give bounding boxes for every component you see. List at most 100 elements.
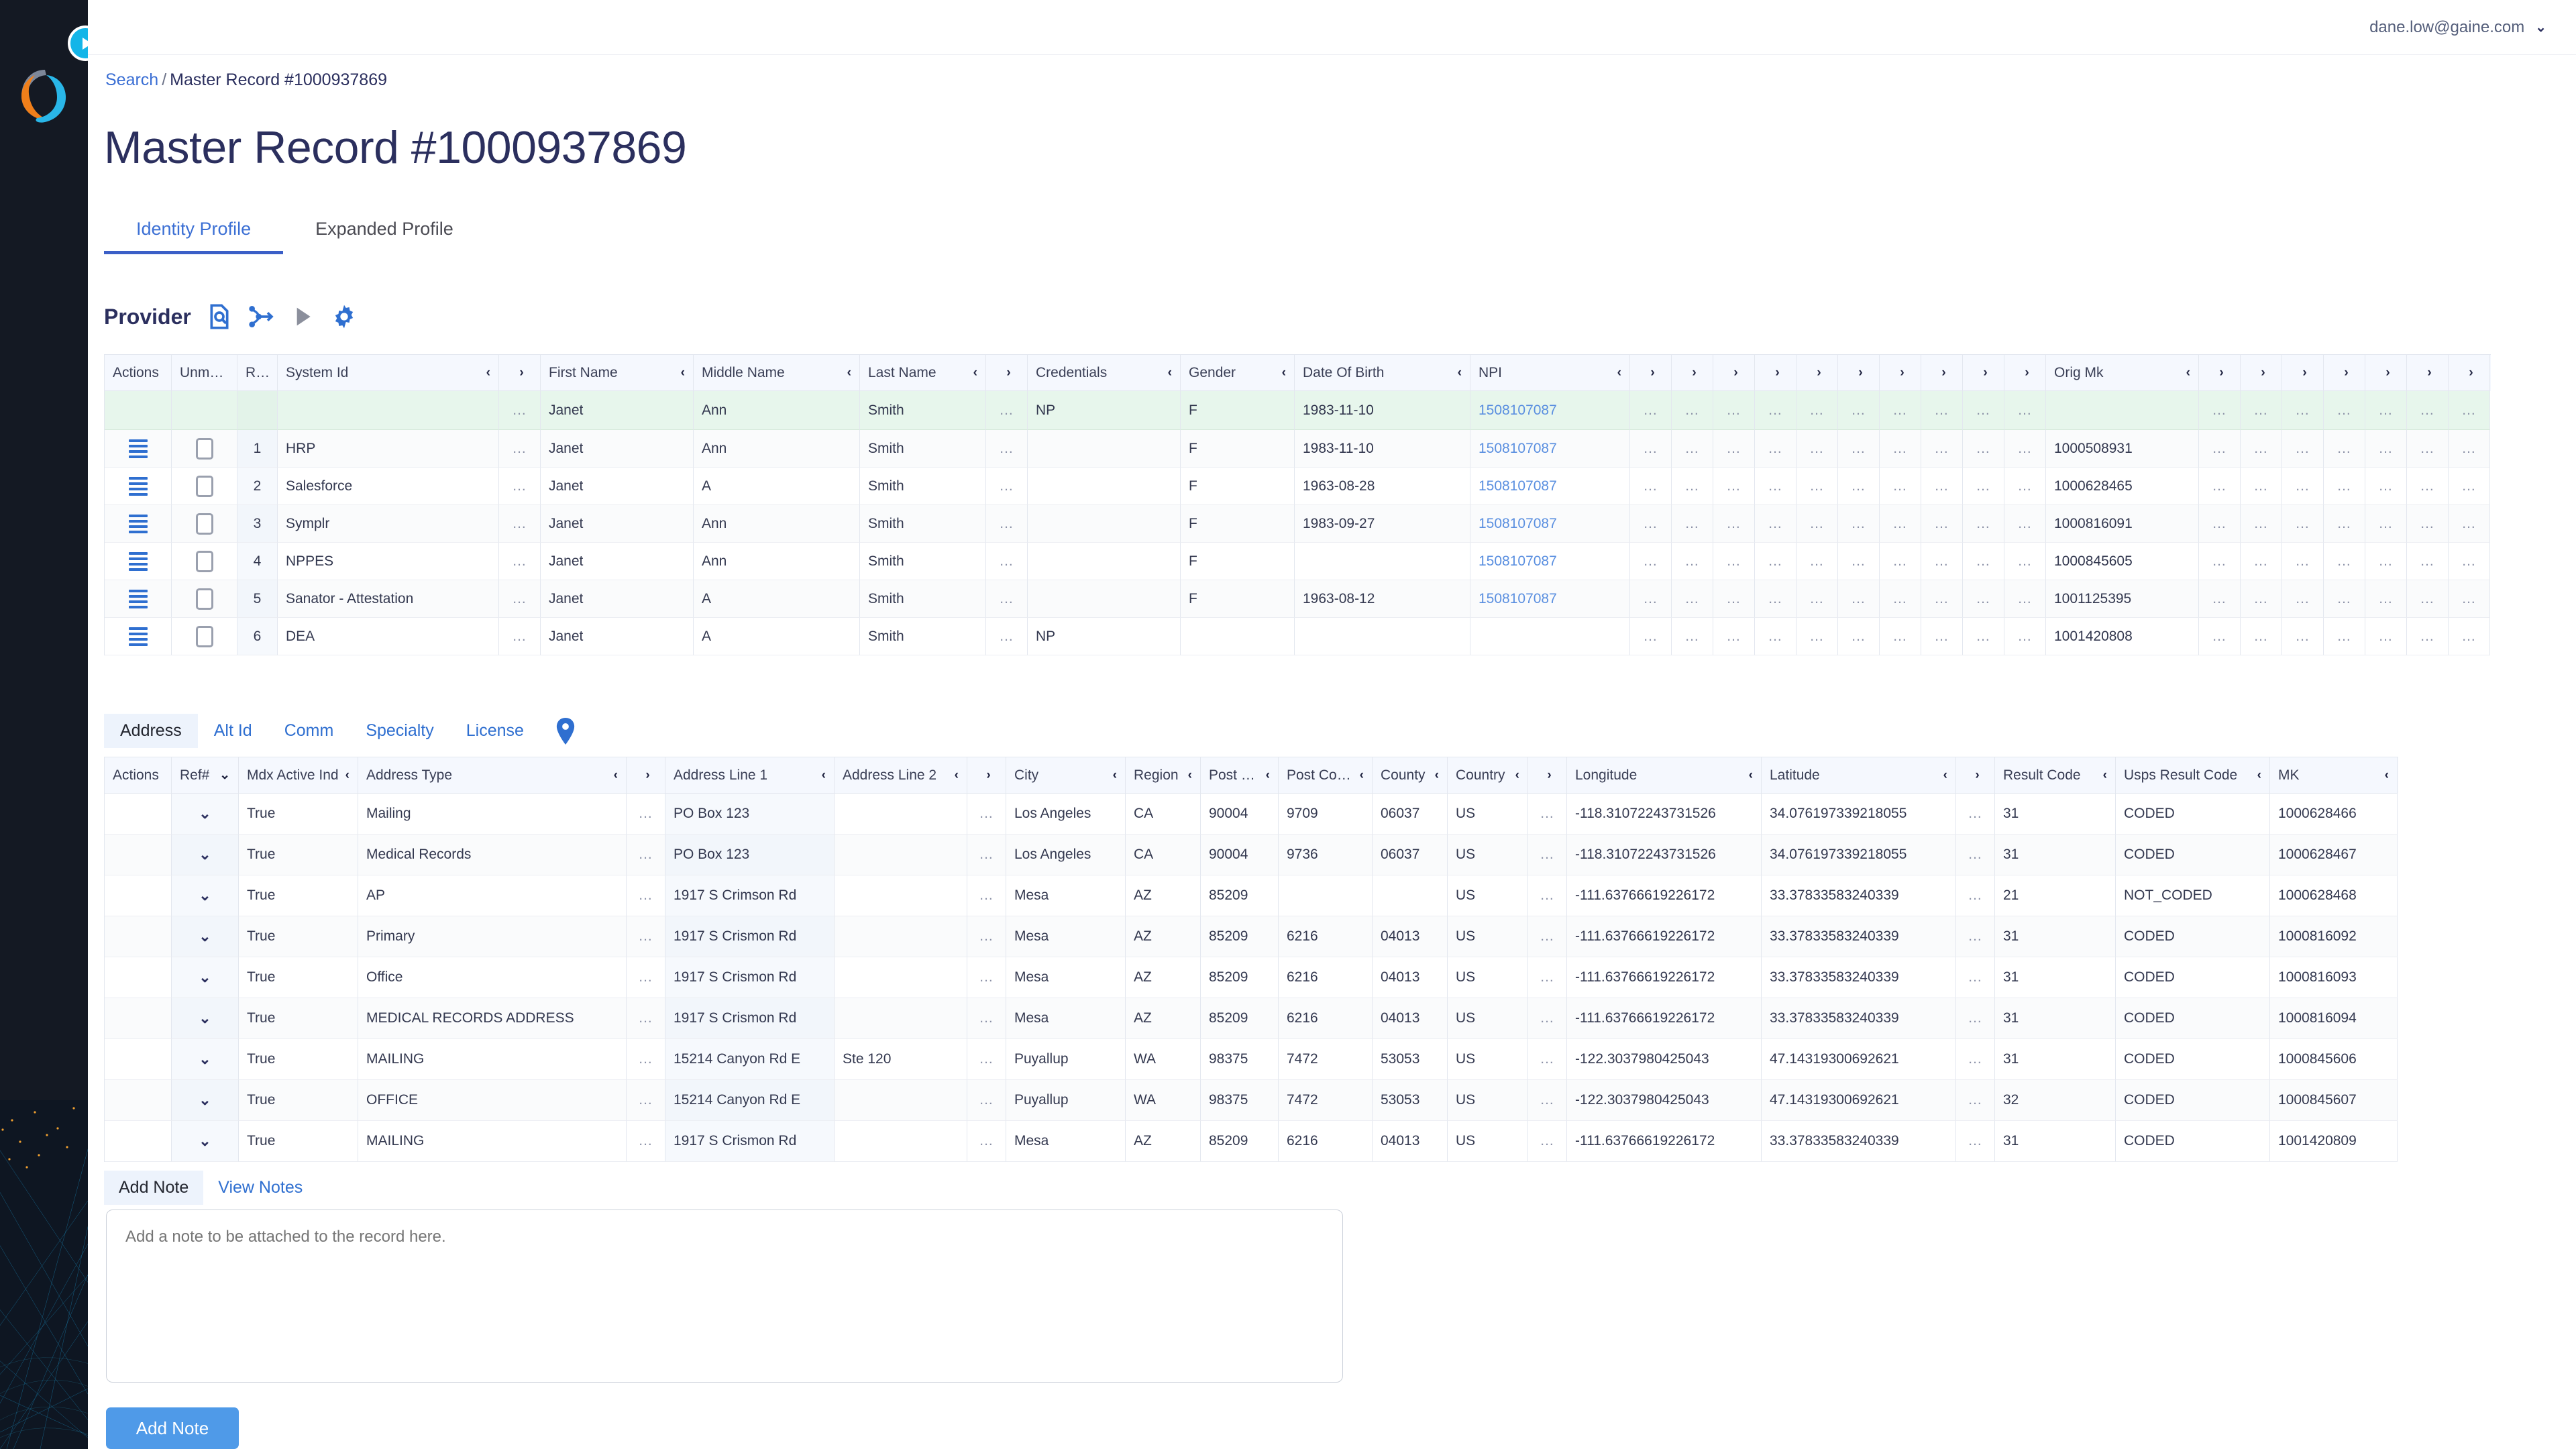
expand-dots[interactable]: ... [627, 835, 665, 875]
document-search-icon[interactable] [206, 303, 233, 330]
expand-dots[interactable]: ... [1528, 1121, 1567, 1162]
collapse-left-icon[interactable]: ‹ [2103, 768, 2107, 783]
rail-expand-toggle-button[interactable] [68, 25, 88, 61]
note-tab-add[interactable]: Add Note [104, 1171, 203, 1205]
expand-dots[interactable]: ... [2282, 580, 2324, 618]
provider-header-unmerge[interactable]: Unmerge [172, 355, 237, 391]
row-expand-chevron[interactable]: ⌄ [172, 794, 239, 835]
row-expand-chevron[interactable]: ⌄ [172, 1039, 239, 1080]
collapse-left-icon[interactable]: ‹ [2257, 768, 2261, 783]
expand-dots[interactable]: ... [2004, 505, 2046, 543]
hamburger-icon[interactable] [129, 477, 148, 496]
provider-header-system-id[interactable]: System Id‹ [278, 355, 499, 391]
address-header-ref[interactable]: Ref#⌄ [172, 757, 239, 794]
expand-dots[interactable]: ... [2449, 618, 2490, 655]
expand-dots[interactable]: ... [1713, 618, 1755, 655]
expand-dots[interactable]: ... [1630, 430, 1672, 468]
expand-dots[interactable]: ... [2365, 618, 2407, 655]
expand-dots[interactable]: ... [2407, 505, 2449, 543]
expand-dots[interactable]: ... [1838, 618, 1880, 655]
expand-right-icon[interactable]: › [2025, 366, 2029, 380]
expand-dots[interactable]: ... [2199, 430, 2241, 468]
npi-link[interactable]: 1508107087 [1470, 468, 1630, 505]
expand-dots[interactable]: ... [1630, 505, 1672, 543]
expand-dots[interactable]: ... [1838, 468, 1880, 505]
expand-right-icon[interactable]: › [1775, 366, 1779, 380]
provider-header-spacer-17[interactable]: › [1796, 355, 1838, 391]
expand-dots[interactable]: ... [1880, 580, 1921, 618]
expand-dots[interactable]: ... [1796, 391, 1838, 430]
expand-dots[interactable]: ... [1713, 505, 1755, 543]
collapse-left-icon[interactable]: ‹ [973, 366, 977, 380]
collapse-left-icon[interactable]: ‹ [2385, 768, 2389, 783]
chevron-down-icon[interactable]: ⌄ [199, 969, 211, 986]
expand-dots[interactable]: ... [499, 468, 541, 505]
expand-dots[interactable]: ... [2365, 543, 2407, 580]
expand-dots[interactable]: ... [2324, 468, 2365, 505]
provider-header-spacer-20[interactable]: › [1921, 355, 1963, 391]
expand-dots[interactable]: ... [1713, 543, 1755, 580]
expand-dots[interactable]: ... [1956, 916, 1995, 957]
provider-header-spacer-24[interactable]: › [2199, 355, 2241, 391]
unmerge-checkbox[interactable] [172, 430, 237, 468]
expand-dots[interactable]: ... [2282, 618, 2324, 655]
expand-dots[interactable]: ... [1956, 794, 1995, 835]
expand-right-icon[interactable]: › [1941, 366, 1945, 380]
row-actions-menu-icon[interactable] [105, 505, 172, 543]
expand-dots[interactable]: ... [1755, 391, 1796, 430]
expand-dots[interactable]: ... [2407, 391, 2449, 430]
address-header-city[interactable]: City‹ [1006, 757, 1126, 794]
provider-header-ref[interactable]: Ref# [237, 355, 278, 391]
expand-right-icon[interactable]: › [1975, 768, 1979, 783]
expand-dots[interactable]: ... [1963, 505, 2004, 543]
expand-dots[interactable]: ... [1755, 618, 1796, 655]
breadcrumb-search-link[interactable]: Search [105, 70, 158, 89]
expand-right-icon[interactable]: › [2261, 366, 2265, 380]
expand-dots[interactable]: ... [1880, 430, 1921, 468]
expand-dots[interactable]: ... [986, 543, 1028, 580]
provider-header-spacer-29[interactable]: › [2407, 355, 2449, 391]
expand-right-icon[interactable]: › [1692, 366, 1696, 380]
provider-header-spacer-30[interactable]: › [2449, 355, 2490, 391]
collapse-left-icon[interactable]: ‹ [681, 366, 685, 380]
expand-dots[interactable]: ... [2365, 391, 2407, 430]
checkbox[interactable] [196, 588, 213, 610]
address-header-post-code[interactable]: Post Code‹ [1201, 757, 1279, 794]
expand-dots[interactable]: ... [2241, 580, 2282, 618]
provider-header-orig-mk[interactable]: Orig Mk‹ [2046, 355, 2199, 391]
collapse-left-icon[interactable]: ‹ [1943, 768, 1947, 783]
address-header-post-code4[interactable]: Post Code4‹ [1279, 757, 1373, 794]
collapse-left-icon[interactable]: ‹ [1515, 768, 1519, 783]
address-header-address-line-2[interactable]: Address Line 2‹ [835, 757, 967, 794]
expand-right-icon[interactable]: › [645, 768, 649, 783]
expand-dots[interactable]: ... [627, 957, 665, 998]
expand-dots[interactable]: ... [1838, 430, 1880, 468]
expand-dots[interactable]: ... [2365, 430, 2407, 468]
address-header-country[interactable]: Country‹ [1448, 757, 1528, 794]
provider-header-gender[interactable]: Gender‹ [1181, 355, 1295, 391]
chevron-down-icon[interactable]: ⌄ [199, 1051, 211, 1068]
add-note-button[interactable]: Add Note [106, 1407, 239, 1449]
expand-dots[interactable]: ... [1956, 1080, 1995, 1121]
split-merge-icon[interactable] [248, 303, 274, 330]
unmerge-checkbox[interactable] [172, 543, 237, 580]
expand-dots[interactable]: ... [1963, 391, 2004, 430]
provider-header-last-name[interactable]: Last Name‹ [860, 355, 986, 391]
expand-dots[interactable]: ... [1528, 957, 1567, 998]
checkbox[interactable] [196, 476, 213, 497]
checkbox[interactable] [196, 551, 213, 572]
address-header-latitude[interactable]: Latitude‹ [1762, 757, 1956, 794]
expand-dots[interactable]: ... [1528, 1039, 1567, 1080]
row-actions-menu-icon[interactable] [105, 543, 172, 580]
expand-dots[interactable]: ... [2324, 391, 2365, 430]
tab-expanded-profile[interactable]: Expanded Profile [283, 209, 486, 254]
provider-header-actions[interactable]: Actions [105, 355, 172, 391]
expand-dots[interactable]: ... [1713, 391, 1755, 430]
expand-dots[interactable]: ... [1528, 1080, 1567, 1121]
expand-dots[interactable]: ... [499, 618, 541, 655]
row-actions-menu-icon[interactable] [105, 468, 172, 505]
expand-dots[interactable]: ... [1921, 468, 1963, 505]
expand-dots[interactable]: ... [2199, 391, 2241, 430]
checkbox[interactable] [196, 626, 213, 647]
row-expand-chevron[interactable]: ⌄ [172, 998, 239, 1039]
